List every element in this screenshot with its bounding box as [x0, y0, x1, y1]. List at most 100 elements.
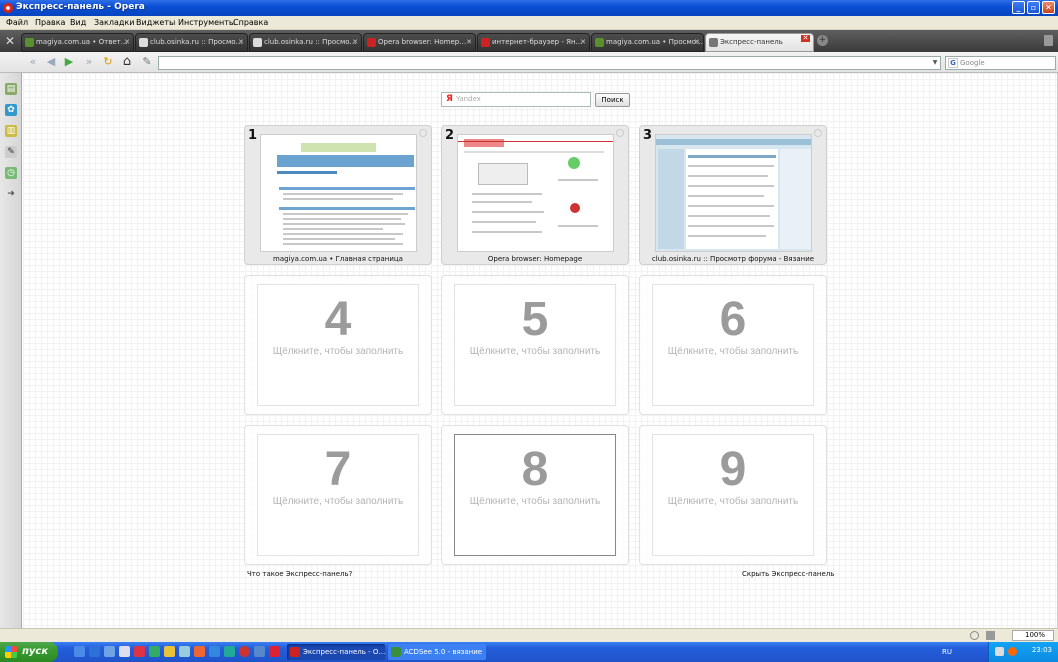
tab-label: magiya.com.ua • Ответ… [36, 38, 128, 46]
tab-close-icon[interactable]: ✕ [580, 34, 586, 51]
zoom-value: 100% [1025, 631, 1046, 639]
favicon-icon [253, 38, 262, 47]
tab-magiya-answer[interactable]: magiya.com.ua • Ответ… ✕ [21, 33, 134, 52]
cell-close-icon[interactable] [419, 129, 427, 137]
tab-speed-dial[interactable]: Экспресс-панель ✕ [705, 33, 814, 52]
clock: 23:03 [1031, 646, 1052, 654]
tab-close-icon[interactable]: ✕ [466, 34, 472, 51]
tab-osinka-2[interactable]: club.osinka.ru :: Просмо… ✕ [249, 33, 362, 52]
trash-icon[interactable] [1044, 35, 1053, 46]
speed-dial-cell-1[interactable]: 1 magiya.com.ua • Главная страница [244, 125, 432, 265]
quicklaunch-icon[interactable] [119, 646, 130, 657]
tray-app-icon[interactable] [1008, 647, 1017, 656]
quicklaunch-icon[interactable] [89, 646, 100, 657]
speed-dial-cell-8[interactable]: 8 Щёлкните, чтобы заполнить [441, 425, 629, 565]
fast-forward-icon[interactable]: » [82, 55, 96, 69]
speed-dial-icon [709, 38, 718, 47]
tab-close-icon[interactable]: ✕ [124, 34, 130, 51]
menu-view[interactable]: Вид [70, 18, 86, 27]
speed-dial-cell-9[interactable]: 9 Щёлкните, чтобы заполнить [639, 425, 827, 565]
quicklaunch-icon[interactable] [254, 646, 265, 657]
quicklaunch-icon[interactable] [164, 646, 175, 657]
rewind-icon[interactable]: « [26, 55, 40, 69]
menu-widgets[interactable]: Виджеты [136, 18, 175, 27]
favicon-icon [25, 38, 34, 47]
menu-edit[interactable]: Правка [35, 18, 65, 27]
cell-close-icon[interactable] [616, 129, 624, 137]
quicklaunch-icon[interactable] [104, 646, 115, 657]
cell-caption: club.osinka.ru :: Просмотр форума - Вяза… [651, 255, 815, 263]
turbo-icon[interactable] [970, 631, 979, 640]
cell-number: 9 [719, 443, 747, 496]
quicklaunch-icon[interactable] [194, 646, 205, 657]
language-indicator[interactable]: RU [942, 648, 952, 656]
tab-close-icon[interactable]: ✕ [801, 35, 810, 42]
taskbar-item-acdsee[interactable]: ACDSee 5.0 - вязание [388, 644, 486, 660]
hide-speed-dial-link[interactable]: Скрыть Экспресс-панель [742, 570, 834, 578]
widgets-panel-icon[interactable]: ✿ [5, 104, 17, 116]
tray-network-icon[interactable] [995, 647, 1004, 656]
menu-file[interactable]: Файл [6, 18, 28, 27]
menu-help[interactable]: Справка [233, 18, 268, 27]
taskbar-item-label: Экспресс-панель - О… [303, 648, 385, 656]
view-icon[interactable] [986, 631, 995, 640]
speed-dial-cell-5[interactable]: 5 Щёлкните, чтобы заполнить [441, 275, 629, 415]
quicklaunch-icon[interactable] [209, 646, 220, 657]
quicklaunch-icon[interactable] [179, 646, 190, 657]
notes-panel-icon[interactable]: ▥ [5, 125, 17, 137]
yandex-logo-icon: Я [446, 94, 453, 104]
tools-icon[interactable]: ✕ [2, 33, 18, 49]
tab-opera-homepage[interactable]: Opera browser: Homep… ✕ [363, 33, 476, 52]
speed-dial-cell-7[interactable]: 7 Щёлкните, чтобы заполнить [244, 425, 432, 565]
speed-dial-cell-2[interactable]: 2 Opera browser: Homepage [441, 125, 629, 265]
reload-icon[interactable]: ↻ [101, 55, 115, 69]
tab-close-icon[interactable]: ✕ [694, 34, 700, 51]
tab-close-icon[interactable]: ✕ [352, 34, 358, 51]
maximize-button[interactable]: ▫ [1027, 1, 1040, 14]
tab-label: club.osinka.ru :: Просмо… [150, 38, 243, 46]
speed-dial-cell-3[interactable]: 3 club.osinka.ru :: Просмотр форума - Вя… [639, 125, 827, 265]
quicklaunch-icon[interactable] [134, 646, 145, 657]
search-input[interactable]: G Google [945, 56, 1056, 70]
tab-yandex[interactable]: интернет-браузер - Ян… ✕ [477, 33, 590, 52]
address-input[interactable] [158, 56, 941, 70]
acdsee-icon [391, 647, 401, 657]
yandex-search-button[interactable]: Поиск [595, 93, 630, 107]
add-panel-icon[interactable]: ➜ [5, 188, 17, 200]
quicklaunch-icon[interactable] [224, 646, 235, 657]
quicklaunch-icon[interactable] [269, 646, 280, 657]
new-tab-button[interactable]: + [817, 35, 828, 46]
quicklaunch-ie-icon[interactable] [74, 646, 85, 657]
opera-logo-icon [3, 3, 13, 13]
tab-close-icon[interactable]: ✕ [238, 34, 244, 51]
transfers-panel-icon[interactable]: ✎ [5, 146, 17, 158]
tab-label: Экспресс-панель [720, 38, 783, 46]
taskbar-item-opera[interactable]: Экспресс-панель - О… [287, 644, 385, 660]
yandex-search-input[interactable]: Я Yandex [441, 92, 591, 107]
zoom-select[interactable]: 100% [1012, 630, 1054, 641]
opera-icon [290, 647, 300, 657]
cell-caption: magiya.com.ua • Главная страница [273, 255, 403, 263]
menu-bookmarks[interactable]: Закладки [94, 18, 134, 27]
edit-icon[interactable]: ✎ [140, 55, 154, 69]
tab-label: club.osinka.ru :: Просмо… [264, 38, 357, 46]
taskbar-item-label: ACDSee 5.0 - вязание [404, 648, 483, 656]
menu-tools[interactable]: Инструменты [178, 18, 235, 27]
what-is-speed-dial-link[interactable]: Что такое Экспресс-панель? [247, 570, 352, 578]
bookmarks-panel-icon[interactable]: ▤ [5, 83, 17, 95]
forward-icon[interactable]: ▶ [62, 55, 76, 69]
minimize-button[interactable]: _ [1012, 1, 1025, 14]
history-panel-icon[interactable]: ◷ [5, 167, 17, 179]
speed-dial-cell-6[interactable]: 6 Щёлкните, чтобы заполнить [639, 275, 827, 415]
start-button[interactable]: пуск [0, 642, 58, 662]
tab-osinka-1[interactable]: club.osinka.ru :: Просмо… ✕ [135, 33, 248, 52]
tab-magiya-view[interactable]: magiya.com.ua • Просмо… ✕ [591, 33, 704, 52]
address-dropdown-icon[interactable]: ▼ [930, 57, 940, 69]
quicklaunch-icon[interactable] [149, 646, 160, 657]
close-button[interactable]: ✕ [1042, 1, 1055, 14]
speed-dial-cell-4[interactable]: 4 Щёлкните, чтобы заполнить [244, 275, 432, 415]
home-icon[interactable]: ⌂ [120, 55, 134, 69]
quicklaunch-opera-icon[interactable] [239, 646, 250, 657]
back-icon[interactable]: ◀ [44, 55, 58, 69]
cell-close-icon[interactable] [814, 129, 822, 137]
